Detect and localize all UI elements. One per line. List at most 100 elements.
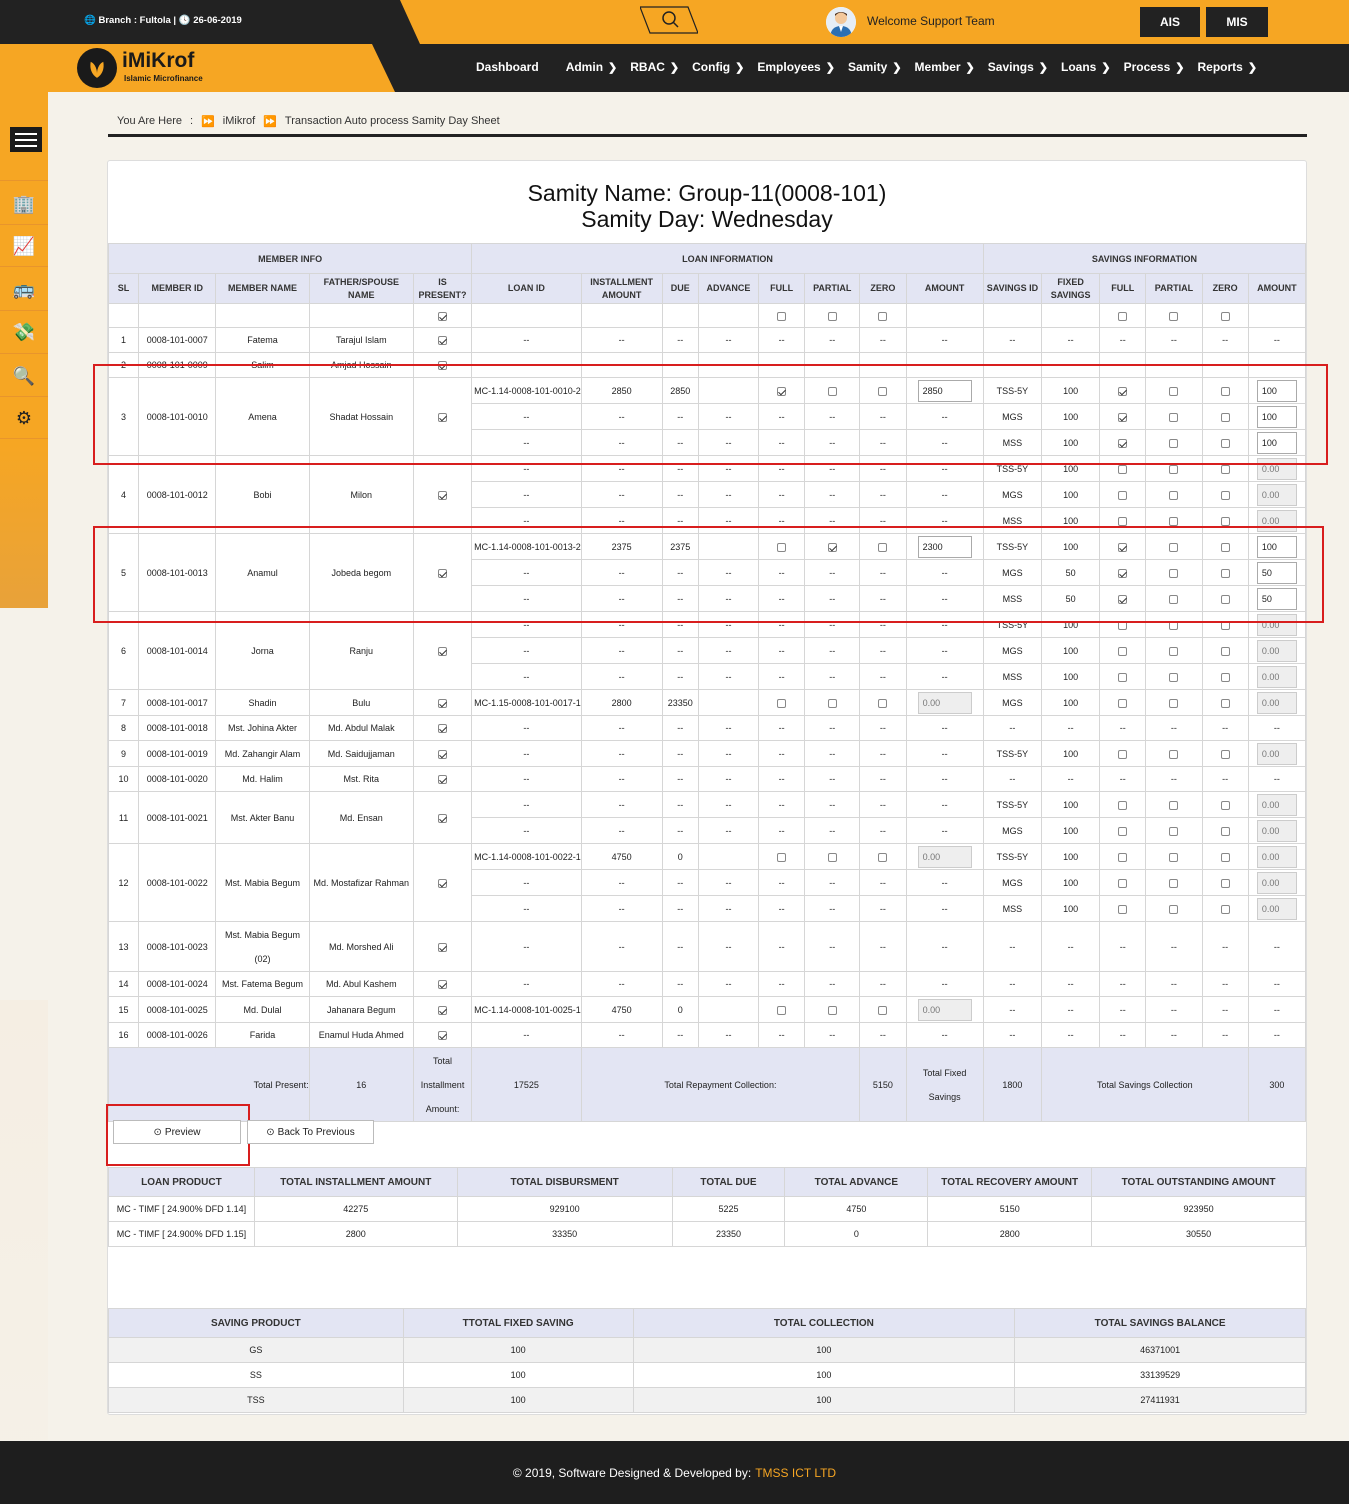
sav-partial-checkbox[interactable]: [1169, 826, 1179, 836]
amount-input[interactable]: 0.00: [1256, 845, 1297, 868]
sav-full-checkbox[interactable]: [1118, 516, 1128, 526]
building-icon[interactable]: 🏢: [12, 192, 36, 216]
nav-item-reports[interactable]: Reports ❯: [1198, 60, 1258, 74]
search-button[interactable]: [640, 6, 698, 34]
select-all-checkbox[interactable]: [878, 311, 888, 321]
loan-partial-checkbox[interactable]: [827, 542, 837, 552]
loan-partial-checkbox[interactable]: [827, 386, 837, 396]
sav-full-checkbox[interactable]: [1118, 438, 1128, 448]
amount-input[interactable]: 0.00: [1256, 793, 1297, 816]
amount-input[interactable]: 0.00: [1256, 483, 1297, 506]
sav-partial-checkbox[interactable]: [1169, 386, 1179, 396]
loan-zero-checkbox[interactable]: [878, 852, 888, 862]
amount-input[interactable]: 0.00: [1256, 742, 1297, 765]
is-present-checkbox[interactable]: [438, 361, 448, 371]
sav-zero-checkbox[interactable]: [1220, 438, 1230, 448]
loan-full-checkbox[interactable]: [777, 542, 787, 552]
sav-partial-checkbox[interactable]: [1169, 516, 1179, 526]
sav-zero-checkbox[interactable]: [1220, 698, 1230, 708]
nav-item-config[interactable]: Config ❯: [692, 60, 744, 74]
sav-partial-checkbox[interactable]: [1169, 672, 1179, 682]
sav-full-checkbox[interactable]: [1118, 749, 1128, 759]
menu-toggle-icon[interactable]: [10, 127, 42, 152]
amount-input[interactable]: 0.00: [917, 845, 972, 868]
sav-zero-checkbox[interactable]: [1220, 646, 1230, 656]
hand-coin-icon[interactable]: 💸: [12, 320, 36, 344]
loan-zero-checkbox[interactable]: [878, 698, 888, 708]
sav-zero-checkbox[interactable]: [1220, 826, 1230, 836]
logo-icon[interactable]: [77, 48, 117, 88]
select-all-checkbox[interactable]: [827, 311, 837, 321]
sav-full-checkbox[interactable]: [1118, 672, 1128, 682]
is-present-checkbox[interactable]: [438, 1031, 448, 1041]
is-present-checkbox[interactable]: [438, 942, 448, 952]
select-all-checkbox[interactable]: [1169, 311, 1179, 321]
sav-partial-checkbox[interactable]: [1169, 412, 1179, 422]
select-all-checkbox[interactable]: [438, 311, 448, 321]
loan-full-checkbox[interactable]: [777, 852, 787, 862]
user-avatar[interactable]: [826, 7, 856, 37]
sav-zero-checkbox[interactable]: [1220, 672, 1230, 682]
loan-zero-checkbox[interactable]: [878, 542, 888, 552]
amount-input[interactable]: 0.00: [1256, 665, 1297, 688]
sav-zero-checkbox[interactable]: [1220, 542, 1230, 552]
sav-partial-checkbox[interactable]: [1169, 594, 1179, 604]
sav-partial-checkbox[interactable]: [1169, 542, 1179, 552]
amount-input[interactable]: 0.00: [1256, 509, 1297, 532]
is-present-checkbox[interactable]: [438, 980, 448, 990]
mis-button[interactable]: MIS: [1206, 7, 1268, 37]
sav-partial-checkbox[interactable]: [1169, 620, 1179, 630]
amount-input[interactable]: 0.00: [1256, 819, 1297, 842]
preview-button[interactable]: ⊙ Preview: [113, 1120, 241, 1144]
loan-zero-checkbox[interactable]: [878, 1005, 888, 1015]
nav-item-employees[interactable]: Employees ❯: [757, 60, 835, 74]
sav-zero-checkbox[interactable]: [1220, 904, 1230, 914]
sav-full-checkbox[interactable]: [1118, 646, 1128, 656]
amount-input[interactable]: 50: [1256, 587, 1297, 610]
amount-input[interactable]: 0.00: [1256, 691, 1297, 714]
is-present-checkbox[interactable]: [438, 878, 448, 888]
sav-full-checkbox[interactable]: [1118, 594, 1128, 604]
nav-item-loans[interactable]: Loans ❯: [1061, 60, 1111, 74]
nav-item-process[interactable]: Process ❯: [1124, 60, 1185, 74]
is-present-checkbox[interactable]: [438, 336, 448, 346]
logo-name[interactable]: iMiKrof: [122, 50, 194, 72]
sav-zero-checkbox[interactable]: [1220, 800, 1230, 810]
is-present-checkbox[interactable]: [438, 490, 448, 500]
sav-partial-checkbox[interactable]: [1169, 904, 1179, 914]
amount-input[interactable]: 0.00: [1256, 457, 1297, 480]
sav-zero-checkbox[interactable]: [1220, 568, 1230, 578]
sav-zero-checkbox[interactable]: [1220, 852, 1230, 862]
select-all-checkbox[interactable]: [1220, 311, 1230, 321]
is-present-checkbox[interactable]: [438, 749, 448, 759]
is-present-checkbox[interactable]: [438, 1005, 448, 1015]
amount-input[interactable]: 0.00: [1256, 897, 1297, 920]
amount-input[interactable]: 2850: [917, 379, 972, 402]
sav-zero-checkbox[interactable]: [1220, 490, 1230, 500]
amount-input[interactable]: 0.00: [1256, 871, 1297, 894]
sav-partial-checkbox[interactable]: [1169, 800, 1179, 810]
sav-full-checkbox[interactable]: [1118, 386, 1128, 396]
nav-item-member[interactable]: Member ❯: [915, 60, 975, 74]
is-present-checkbox[interactable]: [438, 412, 448, 422]
nav-item-savings[interactable]: Savings ❯: [988, 60, 1048, 74]
sav-partial-checkbox[interactable]: [1169, 646, 1179, 656]
sav-partial-checkbox[interactable]: [1169, 490, 1179, 500]
loan-partial-checkbox[interactable]: [827, 1005, 837, 1015]
sav-partial-checkbox[interactable]: [1169, 878, 1179, 888]
amount-input[interactable]: 100: [1256, 405, 1297, 428]
is-present-checkbox[interactable]: [438, 568, 448, 578]
settings-icon[interactable]: ⚙: [12, 406, 36, 430]
sav-full-checkbox[interactable]: [1118, 698, 1128, 708]
loan-full-checkbox[interactable]: [777, 1005, 787, 1015]
amount-input[interactable]: 100: [1256, 535, 1297, 558]
nav-item-admin[interactable]: Admin ❯: [566, 60, 618, 74]
loan-partial-checkbox[interactable]: [827, 698, 837, 708]
sav-full-checkbox[interactable]: [1118, 852, 1128, 862]
loan-partial-checkbox[interactable]: [827, 852, 837, 862]
loan-full-checkbox[interactable]: [777, 386, 787, 396]
amount-input[interactable]: 2300: [917, 535, 972, 558]
amount-input[interactable]: 0.00: [1256, 613, 1297, 636]
amount-input[interactable]: 0.00: [1256, 639, 1297, 662]
sav-zero-checkbox[interactable]: [1220, 594, 1230, 604]
